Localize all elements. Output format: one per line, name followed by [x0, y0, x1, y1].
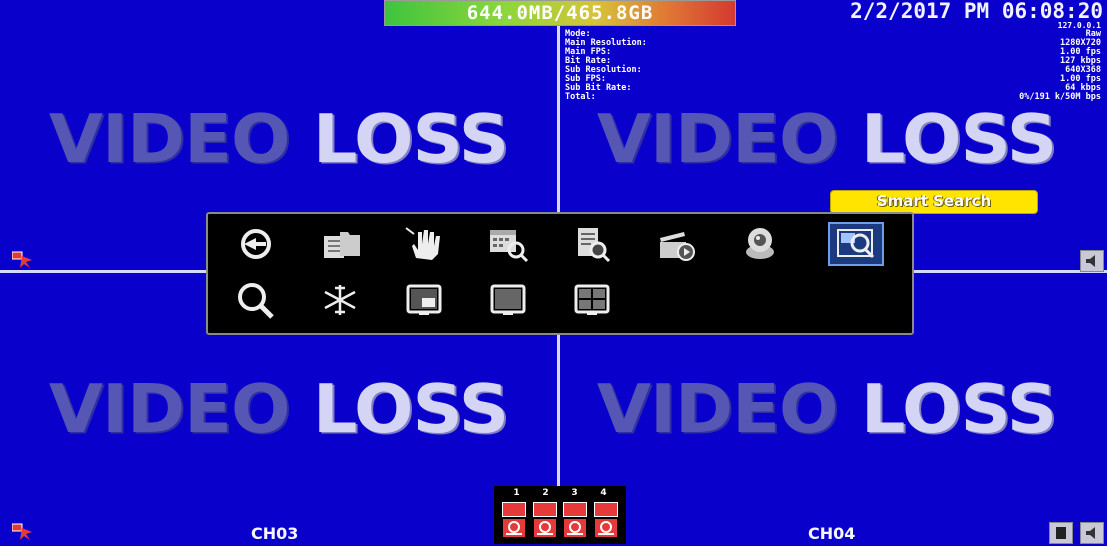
alarm-indicator-icon[interactable]	[502, 502, 527, 517]
alarm-row	[494, 502, 626, 517]
channel-status-panel: 1 2 3 4	[494, 486, 626, 544]
camera-toggle-icon[interactable]	[1049, 522, 1073, 544]
camera-row	[494, 519, 626, 537]
pip-icon[interactable]	[396, 278, 452, 322]
quick-menu-panel	[206, 212, 914, 335]
camera-status-icon[interactable]	[533, 519, 556, 537]
info-row-main-resolution: Main Resolution: 1280X720	[565, 38, 1101, 48]
storage-usage-text: 644.0MB/465.8GB	[466, 2, 654, 24]
speaker-icon[interactable]	[1080, 250, 1104, 272]
camera-status-icon[interactable]	[594, 519, 617, 537]
stream-info-panel: Mode: Raw Main Resolution: 1280X720 Main F…	[565, 30, 1101, 102]
record-search-icon[interactable]	[564, 222, 620, 266]
smart-search-icon[interactable]	[828, 222, 884, 266]
alarm-indicator-icon[interactable]	[593, 502, 618, 517]
video-loss-ch1: VIDEO LOSS	[48, 100, 509, 178]
clock-display: 2/2/2017 PM 06:08:20	[850, 0, 1103, 23]
playback-icon[interactable]	[648, 222, 704, 266]
info-row-total: Total: 0%/191 k/50M bps	[565, 92, 1101, 102]
back-icon[interactable]	[228, 222, 284, 266]
search-icon[interactable]	[228, 278, 284, 322]
file-manager-icon[interactable]	[312, 222, 368, 266]
camera-status-icon[interactable]	[564, 519, 587, 537]
alarm-indicator-icon[interactable]	[532, 502, 557, 517]
storage-status-bar: 644.0MB/465.8GB	[384, 0, 736, 26]
freeze-icon[interactable]	[312, 278, 368, 322]
channel-numbers: 1 2 3 4	[513, 488, 607, 498]
info-row-sub-fps: Sub FPS: 1.00 fps	[565, 74, 1101, 84]
camera-status-icon[interactable]	[503, 519, 526, 537]
speaker-icon[interactable]	[1080, 522, 1104, 544]
menu-tooltip: Smart Search	[830, 190, 1038, 214]
info-row-sub-resolution: Sub Resolution: 640X368	[565, 65, 1101, 75]
hand-icon[interactable]	[396, 222, 452, 266]
record-indicator-icon	[11, 250, 36, 274]
info-row-bit-rate: Bit Rate: 127 kbps	[565, 56, 1101, 66]
record-indicator-icon	[11, 522, 36, 546]
alarm-indicator-icon[interactable]	[563, 502, 588, 517]
channel-4-label: CH04	[808, 524, 856, 543]
webcam-icon[interactable]	[732, 222, 788, 266]
video-loss-ch4: VIDEO LOSS	[596, 370, 1057, 448]
video-loss-ch2: VIDEO LOSS	[596, 100, 1057, 178]
single-view-icon[interactable]	[480, 278, 536, 322]
video-loss-ch3: VIDEO LOSS	[48, 370, 509, 448]
info-row-main-fps: Main FPS: 1.00 fps	[565, 47, 1101, 57]
quad-view-icon[interactable]	[564, 278, 620, 322]
schedule-search-icon[interactable]	[480, 222, 536, 266]
channel-3-label: CH03	[251, 524, 299, 543]
